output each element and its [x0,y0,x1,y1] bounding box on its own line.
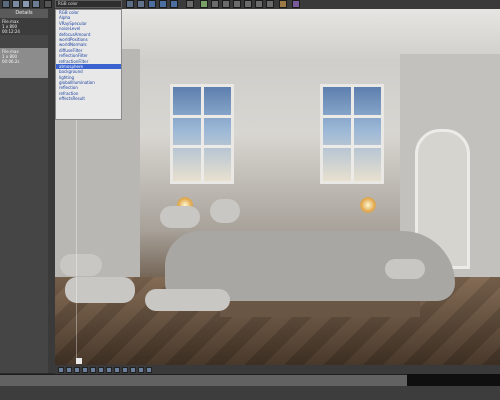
history-icon[interactable] [222,0,230,8]
region-render-icon[interactable] [148,0,156,8]
ocio-icon[interactable] [122,367,128,373]
panel-divider[interactable] [48,9,55,373]
region-handle[interactable] [76,358,82,364]
right-window [320,84,384,184]
exposure-icon[interactable] [58,367,64,373]
denoiser-icon[interactable] [146,367,152,373]
use-lut-icon[interactable] [292,0,300,8]
menu-icon[interactable] [44,0,52,8]
channel-menu: RGB color Alpha VRaySpecular noiseLevel … [55,9,122,120]
timeline-range-marker[interactable] [407,374,500,386]
view-clamped-icon[interactable] [266,0,274,8]
track-mouse-icon[interactable] [159,0,167,8]
channel-option[interactable]: effectsResult [56,96,121,101]
lens-effects-layer-icon[interactable] [138,367,144,373]
window-mullion [201,87,204,181]
rgb-channel-icon[interactable] [2,0,10,8]
details-tab[interactable]: Details [0,9,48,18]
status-bar [0,386,500,400]
pillow [60,254,102,276]
clear-image-icon[interactable] [137,0,145,8]
load-image-icon[interactable] [126,0,134,8]
window-seat-pillow [160,206,200,228]
settings-icon[interactable] [186,0,194,8]
white-balance-icon[interactable] [66,367,72,373]
window-mullion [173,145,231,148]
background-icon[interactable] [106,367,112,373]
window-mullion [351,87,354,181]
channel-dropdown[interactable]: RGB color [55,0,122,8]
levels-icon[interactable] [90,367,96,373]
details-tab-label: Details [15,10,33,16]
pillow [385,259,425,279]
pixel-info-icon[interactable] [279,0,287,8]
history-entry[interactable]: File.max 1 x 800 00:12:24 [0,18,48,35]
window-mullion [173,115,231,118]
history-entry-selected[interactable]: File.max 1 x 800 00:06:2s [0,48,48,78]
window-mullion [323,115,381,118]
stop-render-icon[interactable] [233,0,241,8]
compare-icon[interactable] [211,0,219,8]
window-seat-pillow [210,199,240,223]
curve-icon[interactable] [98,367,104,373]
lens-effects-icon[interactable] [170,0,178,8]
hue-saturation-icon[interactable] [74,367,80,373]
mono-icon[interactable] [22,0,30,8]
right-lamp [360,197,376,213]
window-mullion [323,145,381,148]
history-entry-line: 00:12:24 [2,29,20,34]
save-image-icon[interactable] [32,0,40,8]
pillow [145,289,230,311]
history-entry-line: 00:06:2s [2,59,20,64]
show-corrections-icon[interactable] [244,0,252,8]
icc-icon[interactable] [130,367,136,373]
force-color-clamp-icon[interactable] [255,0,263,8]
lut-icon[interactable] [114,367,120,373]
render-icon[interactable] [200,0,208,8]
channel-dropdown-value: RGB color [58,1,78,6]
bottom-toolbar [55,365,500,374]
color-balance-icon[interactable] [82,367,88,373]
left-window [170,84,234,184]
alpha-channel-icon[interactable] [12,0,20,8]
